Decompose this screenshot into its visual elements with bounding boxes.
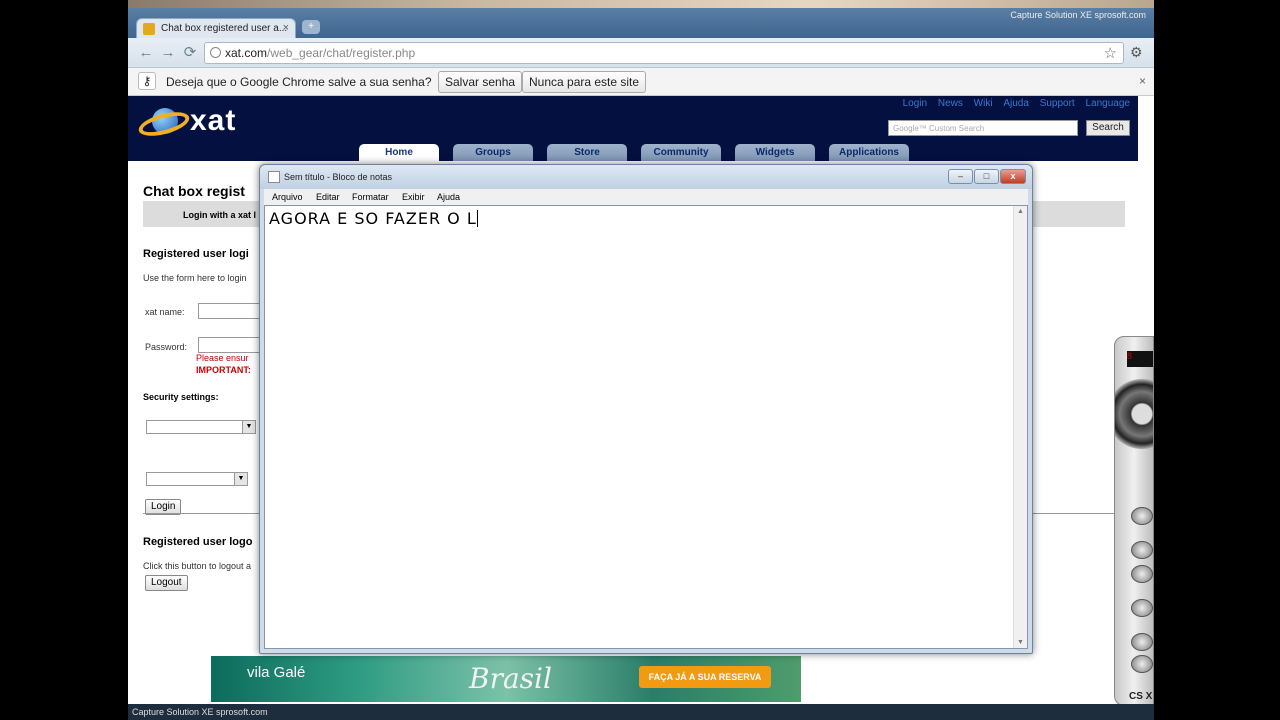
search-input[interactable]: Google™ Custom Search — [888, 120, 1078, 136]
tab-applications[interactable]: Applications — [829, 144, 909, 161]
login-bar-text: Login with a xat l — [183, 210, 257, 220]
tab-community[interactable]: Community — [641, 144, 721, 161]
tab-close-icon[interactable]: × — [283, 22, 289, 34]
capture-button-1[interactable] — [1131, 541, 1153, 559]
notepad-menubar: Arquivo Editar Formatar Exibir Ajuda — [264, 189, 1028, 205]
menu-arquivo[interactable]: Arquivo — [272, 192, 303, 202]
link-login[interactable]: Login — [903, 98, 927, 109]
ring-icon — [136, 107, 192, 141]
url-host: xat.com — [225, 46, 268, 60]
link-wiki[interactable]: Wiki — [974, 98, 993, 109]
top-links: Login News Wiki Ajuda Support Language — [895, 98, 1130, 109]
notepad-content-line: AGORA E SO FAZER O L — [269, 209, 478, 228]
capture-widget: 8 CS X — [1114, 336, 1154, 706]
tab-strip: Chat box registered user a... × + Captur… — [128, 8, 1154, 38]
notepad-titlebar[interactable]: Sem título - Bloco de notas – □ x — [260, 165, 1032, 189]
capture-button-2[interactable] — [1131, 565, 1153, 583]
page-info-icon[interactable] — [210, 47, 221, 58]
password-infobar: ⚷ Deseja que o Google Chrome salve a sua… — [128, 68, 1154, 96]
notepad-window: Sem título - Bloco de notas – □ x Arquiv… — [259, 164, 1033, 654]
minimize-button[interactable]: – — [948, 169, 973, 184]
reload-button[interactable]: ⟳ — [180, 44, 200, 62]
tab-home[interactable]: Home — [359, 144, 439, 161]
logo-text: xat — [190, 104, 237, 137]
tab-widgets[interactable]: Widgets — [735, 144, 815, 161]
save-password-button[interactable]: Salvar senha — [438, 71, 523, 93]
password-label: Password: — [145, 342, 188, 352]
notepad-content: AGORA E SO FAZER O L — [269, 209, 477, 228]
wallpaper — [128, 0, 1154, 8]
url-path: /web_gear/chat/register.php — [267, 46, 416, 60]
security-label: Security settings: — [143, 392, 219, 402]
never-save-button[interactable]: Nunca para este site — [522, 71, 647, 93]
capture-button-3[interactable] — [1131, 599, 1153, 617]
banner-brand: vila Galé — [247, 664, 306, 681]
notepad-text-area[interactable]: AGORA E SO FAZER O L ▲ ▼ — [264, 205, 1028, 649]
xat-favicon-icon — [143, 23, 155, 35]
link-news[interactable]: News — [938, 98, 963, 109]
menu-formatar[interactable]: Formatar — [352, 192, 389, 202]
xat-name-input[interactable] — [198, 303, 268, 319]
scroll-down-icon[interactable]: ▼ — [1017, 639, 1024, 646]
notepad-title: Sem título - Bloco de notas — [284, 172, 393, 182]
key-icon: ⚷ — [138, 72, 156, 90]
menu-exibir[interactable]: Exibir — [402, 192, 425, 202]
section-login-heading: Registered user logi — [143, 248, 249, 260]
back-button[interactable]: ← — [136, 44, 156, 62]
scroll-up-icon[interactable]: ▲ — [1017, 208, 1024, 215]
search-button[interactable]: Search — [1086, 120, 1130, 136]
new-tab-button[interactable]: + — [302, 20, 320, 34]
banner-brasil-text: Brasil — [469, 662, 552, 695]
xat-header: xat Login News Wiki Ajuda Support Langua… — [128, 96, 1138, 161]
page-title: Chat box regist — [143, 183, 245, 199]
important-text: IMPORTANT: — [196, 365, 251, 375]
bookmark-star-icon[interactable]: ☆ — [1104, 44, 1117, 62]
tab-title: Chat box registered user a... — [161, 23, 288, 34]
section-logout-heading: Registered user logo — [143, 536, 253, 548]
chevron-down-icon: ▼ — [242, 421, 255, 433]
password-input[interactable] — [198, 337, 268, 353]
forward-button[interactable]: → — [158, 44, 178, 62]
link-language[interactable]: Language — [1086, 98, 1131, 109]
ad-banner[interactable]: vila Galé Brasil FAÇA JÁ A SUA RESERVA — [211, 656, 801, 702]
notepad-icon — [268, 171, 280, 183]
address-bar[interactable]: xat.com/web_gear/chat/register.php ☆ — [204, 42, 1124, 64]
browser-toolbar: ← → ⟳ xat.com/web_gear/chat/register.php… — [128, 38, 1154, 68]
record-button[interactable] — [1131, 507, 1153, 525]
security-select-2[interactable]: ▼ — [146, 472, 248, 486]
xat-name-label: xat name: — [145, 307, 185, 317]
warning-text: Please ensur — [196, 353, 249, 363]
tab-store[interactable]: Store — [547, 144, 627, 161]
wrench-menu-icon[interactable]: ⚙ — [1130, 44, 1143, 61]
login-description: Use the form here to login — [143, 273, 247, 283]
menu-ajuda[interactable]: Ajuda — [437, 192, 460, 202]
link-support[interactable]: Support — [1040, 98, 1075, 109]
logout-button[interactable]: Logout — [145, 575, 188, 591]
capture-button-5[interactable] — [1131, 655, 1153, 673]
capture-display: 8 — [1127, 351, 1153, 367]
capture-watermark: Capture Solution XE sprosoft.com — [1010, 10, 1146, 20]
link-ajuda[interactable]: Ajuda — [1003, 98, 1029, 109]
maximize-button[interactable]: □ — [974, 169, 999, 184]
infobar-message: Deseja que o Google Chrome salve a sua s… — [166, 75, 432, 89]
chevron-down-icon: ▼ — [234, 473, 247, 485]
status-bar: Capture Solution XE sprosoft.com — [128, 704, 1154, 720]
xat-logo[interactable]: xat — [136, 104, 248, 141]
menu-editar[interactable]: Editar — [316, 192, 340, 202]
close-button[interactable]: x — [1000, 169, 1026, 184]
security-select-1[interactable]: ▼ — [146, 420, 256, 434]
text-caret — [476, 210, 478, 227]
banner-cta-button[interactable]: FAÇA JÁ A SUA RESERVA — [639, 666, 771, 688]
capture-dial-icon[interactable] — [1115, 379, 1153, 449]
logout-description: Click this button to logout a — [143, 561, 252, 571]
tab-groups[interactable]: Groups — [453, 144, 533, 161]
tab-active[interactable]: Chat box registered user a... × — [136, 18, 296, 38]
capture-button-4[interactable] — [1131, 633, 1153, 651]
infobar-close-icon[interactable]: × — [1139, 74, 1146, 88]
vertical-scrollbar[interactable]: ▲ ▼ — [1013, 206, 1027, 648]
capture-label: CS X — [1129, 691, 1153, 702]
